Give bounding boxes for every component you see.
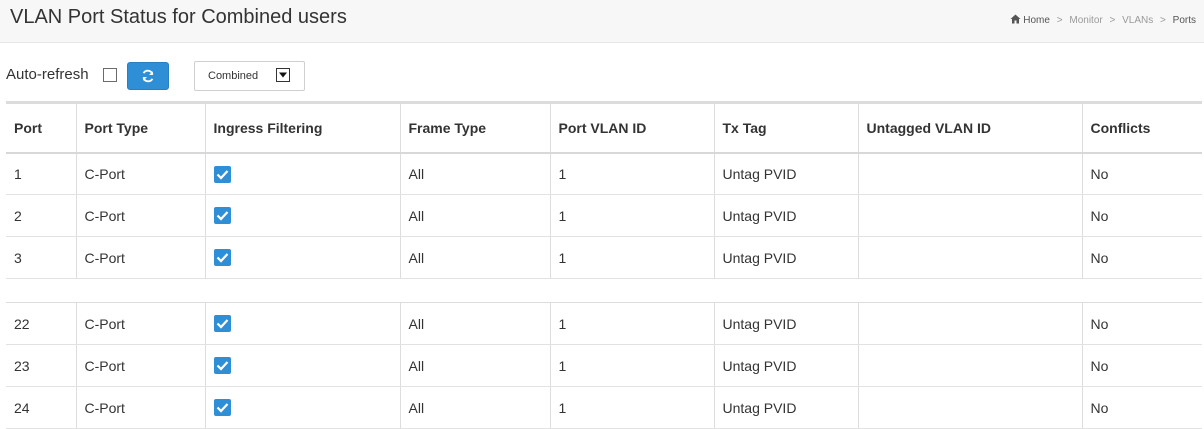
refresh-button[interactable]: [127, 62, 169, 90]
frame-type-cell: All: [399, 152, 550, 195]
ingress-filtering-cell: [204, 152, 400, 195]
untagged-vlan-id-cell: [857, 386, 1082, 429]
column-header-tx-tag: Tx Tag: [713, 101, 858, 154]
untagged-vlan-id-cell: [857, 302, 1082, 345]
port-type-cell: C-Port: [75, 236, 205, 279]
port-cell: 3: [6, 236, 76, 279]
checkmark-icon: [216, 403, 228, 413]
untagged-vlan-id-cell: [857, 194, 1082, 237]
table-row-gap: [6, 278, 1202, 303]
breadcrumb-separator: >: [1056, 15, 1063, 26]
chevron-down-icon[interactable]: [276, 68, 290, 82]
port-cell: 22: [6, 302, 76, 345]
user-select[interactable]: Combined: [194, 61, 305, 91]
untagged-vlan-id-cell: [857, 344, 1082, 387]
breadcrumb-separator: >: [1109, 15, 1116, 26]
breadcrumb-home-label[interactable]: Home: [1023, 15, 1050, 26]
conflicts-cell: No: [1081, 302, 1202, 345]
port-cell: 24: [6, 386, 76, 429]
page-header: VLAN Port Status for Combined users Home…: [0, 0, 1204, 43]
port-type-cell: C-Port: [75, 386, 205, 429]
port-vlan-id-cell: 1: [549, 236, 714, 279]
refresh-icon: [142, 69, 154, 83]
port-vlan-id-cell: 1: [549, 344, 714, 387]
checkmark-icon: [216, 361, 228, 371]
port-cell: 1: [6, 152, 76, 195]
ingress-filtering-checkbox: [213, 207, 231, 225]
table-row: 24 C-Port All 1 Untag PVID No: [6, 386, 1202, 429]
vlan-port-status-table: Port Port Type Ingress Filtering Frame T…: [6, 101, 1202, 429]
frame-type-cell: All: [399, 386, 550, 429]
tx-tag-cell: Untag PVID: [713, 152, 858, 195]
port-type-cell: C-Port: [75, 194, 205, 237]
port-type-cell: C-Port: [75, 344, 205, 387]
column-header-port-vlan-id: Port VLAN ID: [549, 101, 714, 154]
port-type-cell: C-Port: [75, 152, 205, 195]
user-select-value: Combined: [208, 70, 259, 82]
breadcrumb-monitor[interactable]: Monitor: [1069, 15, 1102, 26]
tx-tag-cell: Untag PVID: [713, 302, 858, 345]
auto-refresh-label: Auto-refresh: [6, 66, 89, 83]
table-row: 22 C-Port All 1 Untag PVID No: [6, 302, 1202, 345]
port-vlan-id-cell: 1: [549, 386, 714, 429]
checkmark-icon: [216, 319, 228, 329]
port-cell: 23: [6, 344, 76, 387]
home-icon: [1010, 14, 1021, 24]
conflicts-cell: No: [1081, 344, 1202, 387]
ingress-filtering-cell: [204, 302, 400, 345]
checkmark-icon: [216, 211, 228, 221]
tx-tag-cell: Untag PVID: [713, 194, 858, 237]
ingress-filtering-checkbox: [213, 399, 231, 417]
conflicts-cell: No: [1081, 152, 1202, 195]
table-row: 3 C-Port All 1 Untag PVID No: [6, 236, 1202, 279]
breadcrumb-current: Ports: [1172, 15, 1196, 26]
port-vlan-id-cell: 1: [549, 194, 714, 237]
tx-tag-cell: Untag PVID: [713, 386, 858, 429]
port-type-cell: C-Port: [75, 302, 205, 345]
table-header-row: Port Port Type Ingress Filtering Frame T…: [6, 101, 1202, 154]
table-row: 1 C-Port All 1 Untag PVID No: [6, 152, 1202, 195]
untagged-vlan-id-cell: [857, 236, 1082, 279]
column-header-ingress-filtering: Ingress Filtering: [204, 101, 400, 154]
column-header-untagged-vlan-id: Untagged VLAN ID: [857, 101, 1082, 154]
breadcrumb-vlans[interactable]: VLANs: [1122, 15, 1153, 26]
ingress-filtering-checkbox: [213, 315, 231, 333]
ingress-filtering-checkbox: [213, 249, 231, 267]
page-title: VLAN Port Status for Combined users: [10, 6, 347, 28]
frame-type-cell: All: [399, 236, 550, 279]
frame-type-cell: All: [399, 302, 550, 345]
port-vlan-id-cell: 1: [549, 152, 714, 195]
ingress-filtering-cell: [204, 344, 400, 387]
port-cell: 2: [6, 194, 76, 237]
breadcrumb-separator: >: [1160, 15, 1166, 26]
column-header-port-type: Port Type: [75, 101, 205, 154]
checkmark-icon: [216, 169, 228, 180]
breadcrumb-home[interactable]: Home: [1010, 14, 1052, 26]
breadcrumb: Home > Monitor > VLANs > Ports: [1010, 14, 1196, 26]
column-header-frame-type: Frame Type: [399, 101, 550, 154]
checkmark-icon: [216, 253, 228, 263]
table-row: 23 C-Port All 1 Untag PVID No: [6, 344, 1202, 387]
port-vlan-id-cell: 1: [549, 302, 714, 345]
ingress-filtering-cell: [204, 236, 400, 279]
table-row: 2 C-Port All 1 Untag PVID No: [6, 194, 1202, 237]
table-gap-cell: [6, 278, 1202, 303]
frame-type-cell: All: [399, 344, 550, 387]
column-header-conflicts: Conflicts: [1081, 101, 1202, 154]
ingress-filtering-checkbox: [213, 165, 231, 183]
ingress-filtering-cell: [204, 194, 400, 237]
toolbar: Auto-refresh Combined: [0, 43, 1204, 101]
conflicts-cell: No: [1081, 236, 1202, 279]
ingress-filtering-cell: [204, 386, 400, 429]
tx-tag-cell: Untag PVID: [713, 236, 858, 279]
untagged-vlan-id-cell: [857, 152, 1082, 195]
conflicts-cell: No: [1081, 194, 1202, 237]
column-header-port: Port: [6, 101, 76, 154]
auto-refresh-checkbox[interactable]: [103, 68, 117, 82]
tx-tag-cell: Untag PVID: [713, 344, 858, 387]
conflicts-cell: No: [1081, 386, 1202, 429]
frame-type-cell: All: [399, 194, 550, 237]
ingress-filtering-checkbox: [213, 357, 231, 375]
